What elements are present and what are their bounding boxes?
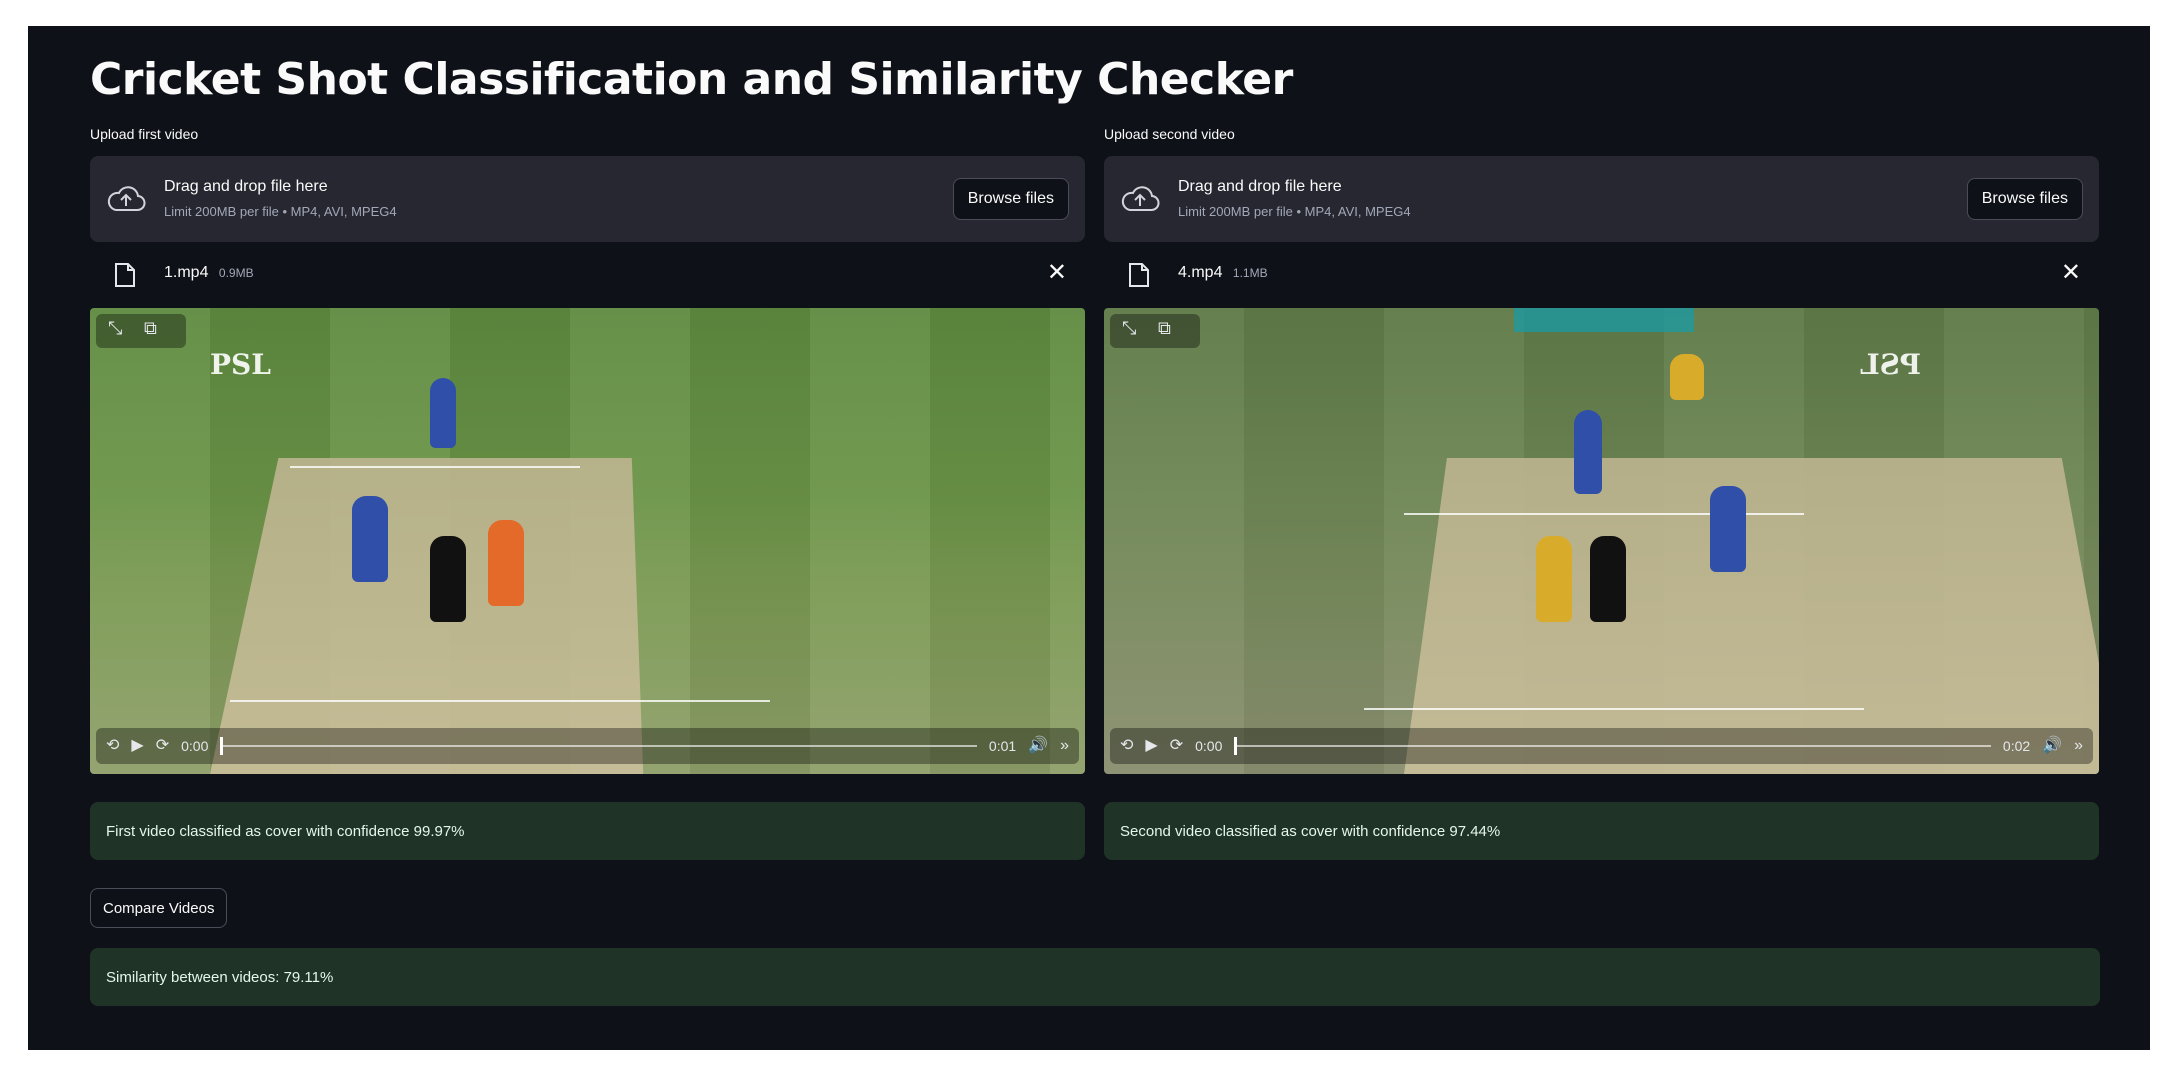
- video-overlay-buttons-1: ⤡ ⧉: [96, 314, 186, 348]
- file-dropzone-2[interactable]: Drag and drop file here Limit 200MB per …: [1104, 156, 2099, 242]
- current-time: 0:00: [1195, 738, 1223, 754]
- dropzone-text-2: Drag and drop file here Limit 200MB per …: [1178, 178, 1411, 219]
- file-icon: [115, 263, 135, 287]
- close-icon[interactable]: ✕: [2061, 258, 2081, 287]
- dropzone-instruction: Drag and drop file here: [164, 178, 328, 195]
- file-name-1: 1.mp4 0.9MB: [164, 264, 254, 282]
- duration: 0:01: [988, 738, 1017, 754]
- video-controls-1: ⟲ ▶ ⟳ 0:00 0:01 🔊 »: [96, 728, 1079, 764]
- uploaded-file-row-2: 4.mp4 1.1MB ✕: [1104, 242, 2099, 308]
- video-controls-2: ⟲ ▶ ⟳ 0:00 0:02 🔊 »: [1110, 728, 2093, 764]
- dropzone-text-1: Drag and drop file here Limit 200MB per …: [164, 178, 397, 219]
- play-icon[interactable]: ▶: [131, 738, 143, 754]
- play-icon[interactable]: ▶: [1145, 738, 1157, 754]
- fullscreen-icon[interactable]: ⤡: [108, 318, 122, 339]
- duration: 0:02: [2002, 738, 2031, 754]
- uploaded-file-row-1: 1.mp4 0.9MB ✕: [90, 242, 1085, 308]
- uploader-column-2: Upload second video Drag and drop file h…: [1104, 124, 2099, 860]
- video-player-1[interactable]: PSL ⤡ ⧉ ⟲ ▶ ⟳ 0:00 0:01 🔊 »: [90, 308, 1085, 774]
- file-name-text: 1.mp4: [164, 264, 209, 281]
- volume-icon[interactable]: 🔊: [1028, 738, 1048, 754]
- upload-label-1: Upload first video: [90, 126, 199, 142]
- file-name-2: 4.mp4 1.1MB: [1178, 264, 1268, 282]
- uploader-column-1: Upload first video Drag and drop file he…: [90, 124, 1085, 860]
- cloud-upload-icon: [107, 186, 146, 211]
- file-dropzone-1[interactable]: Drag and drop file here Limit 200MB per …: [90, 156, 1085, 242]
- file-size: 1.1MB: [1232, 266, 1268, 280]
- rewind-icon[interactable]: ⟲: [1120, 738, 1133, 754]
- progress-knob[interactable]: [220, 737, 224, 755]
- picture-in-picture-icon[interactable]: ⧉: [1158, 318, 1171, 339]
- compare-videos-button[interactable]: Compare Videos: [90, 888, 228, 928]
- video-player-2[interactable]: PSL ⤡ ⧉ ⟲ ▶ ⟳ 0:00 0:02 🔊 »: [1104, 308, 2099, 774]
- dropzone-instruction: Drag and drop file here: [1178, 178, 1342, 195]
- more-icon[interactable]: »: [1060, 738, 1069, 754]
- forward-icon[interactable]: ⟳: [1170, 738, 1183, 754]
- video-progress-bar[interactable]: [1234, 737, 1991, 755]
- classification-result-1: First video classified as cover with con…: [90, 802, 1085, 860]
- similarity-result: Similarity between videos: 79.11%: [90, 948, 2100, 1006]
- file-icon: [1129, 263, 1149, 287]
- classification-result-2: Second video classified as cover with co…: [1104, 802, 2099, 860]
- more-icon[interactable]: »: [2074, 738, 2083, 754]
- psl-logo: PSL: [1860, 348, 1921, 381]
- video-overlay-buttons-2: ⤡ ⧉: [1110, 314, 1200, 348]
- forward-icon[interactable]: ⟳: [156, 738, 169, 754]
- current-time: 0:00: [181, 738, 209, 754]
- page-title: Cricket Shot Classification and Similari…: [90, 54, 1293, 105]
- file-name-text: 4.mp4: [1178, 264, 1223, 281]
- fullscreen-icon[interactable]: ⤡: [1122, 318, 1136, 339]
- picture-in-picture-icon[interactable]: ⧉: [144, 318, 157, 339]
- file-size: 0.9MB: [218, 266, 254, 280]
- app-container: Cricket Shot Classification and Similari…: [28, 26, 2150, 1050]
- volume-icon[interactable]: 🔊: [2042, 738, 2062, 754]
- dropzone-limit: Limit 200MB per file • MP4, AVI, MPEG4: [164, 204, 397, 219]
- browse-files-button-1[interactable]: Browse files: [952, 178, 1069, 220]
- upload-label-2: Upload second video: [1104, 126, 1235, 142]
- dropzone-limit: Limit 200MB per file • MP4, AVI, MPEG4: [1178, 204, 1411, 219]
- rewind-icon[interactable]: ⟲: [106, 738, 119, 754]
- psl-logo: PSL: [210, 348, 271, 381]
- close-icon[interactable]: ✕: [1047, 258, 1067, 287]
- cloud-upload-icon: [1121, 186, 1160, 211]
- progress-knob[interactable]: [1234, 737, 1238, 755]
- browse-files-button-2[interactable]: Browse files: [1966, 178, 2083, 220]
- video-progress-bar[interactable]: [220, 737, 977, 755]
